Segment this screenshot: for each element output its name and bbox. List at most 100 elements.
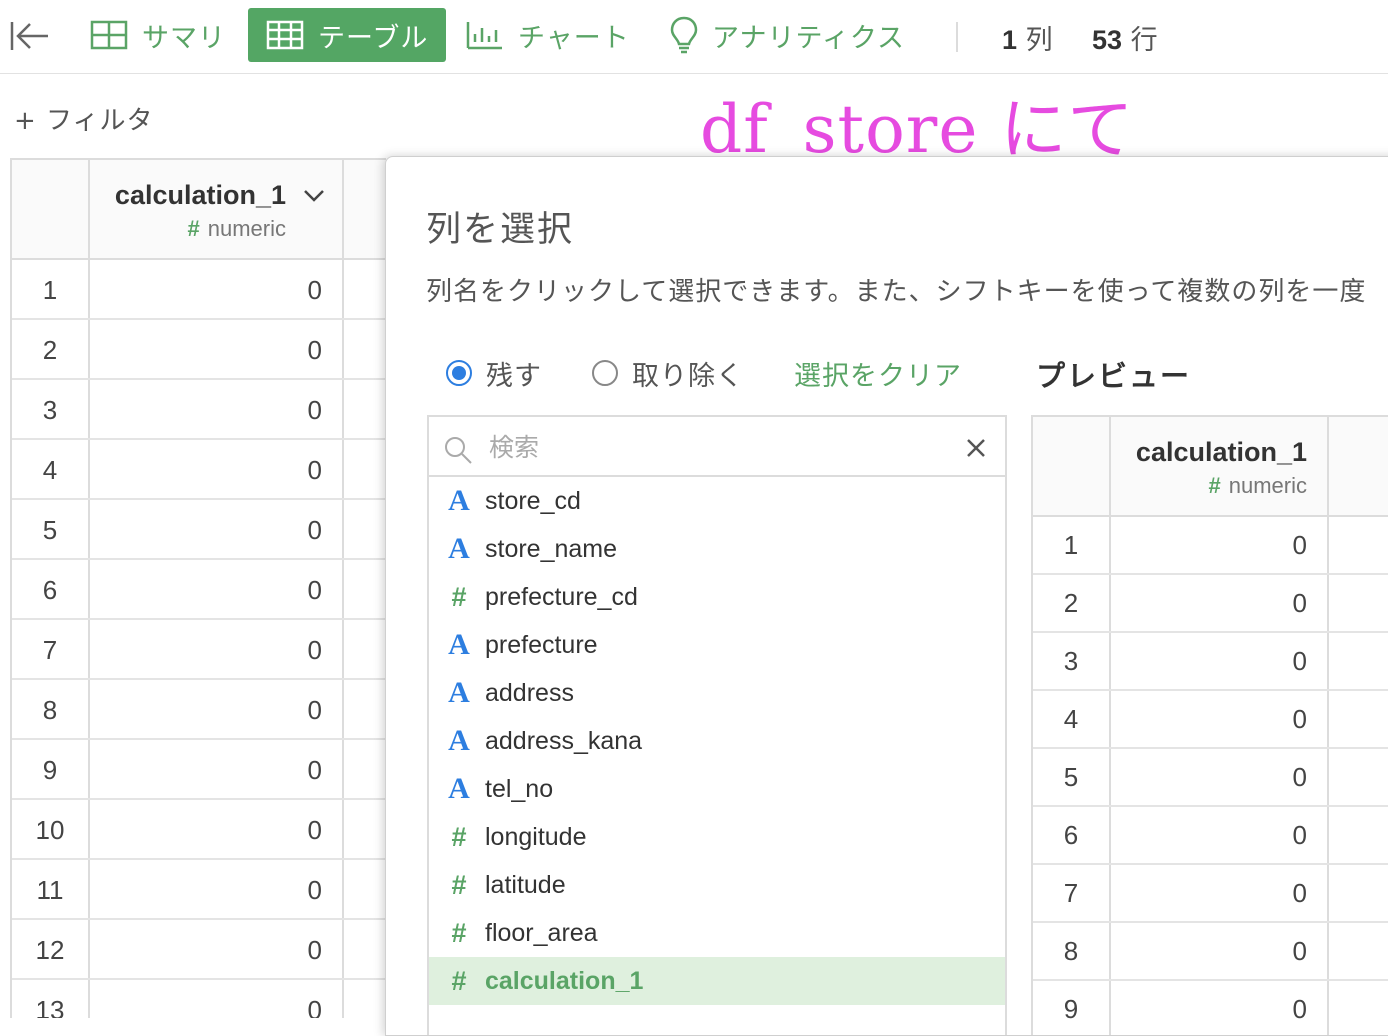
radio-keep-option[interactable]: 残す: [446, 354, 542, 393]
column-list-item[interactable]: Aaddress: [429, 669, 1005, 717]
table-row: 10 0: [12, 800, 386, 860]
preview-cell: 0: [1111, 923, 1329, 979]
chevron-down-icon[interactable]: [302, 188, 326, 204]
column-list-item[interactable]: Aaddress_kana: [429, 717, 1005, 765]
column-list-item[interactable]: Astore_name: [429, 525, 1005, 573]
preview-index-header: [1033, 417, 1111, 515]
tab-analytics-label: アナリティクス: [712, 22, 906, 54]
string-type-icon: A: [448, 628, 470, 661]
lightbulb-icon: [670, 16, 698, 54]
table-cell[interactable]: 0: [90, 740, 344, 798]
column-list-item[interactable]: Aprefecture: [429, 621, 1005, 669]
column-list-item-label: longitude: [485, 822, 587, 851]
column-list-item-label: prefecture: [485, 630, 598, 659]
bar-chart-icon: [466, 22, 502, 50]
toolbar-divider: [956, 22, 958, 52]
radio-keep[interactable]: [446, 360, 472, 386]
table-cell[interactable]: 0: [90, 920, 344, 978]
column-list-item[interactable]: # floor_area: [429, 909, 1005, 957]
column-list-item-label: store_cd: [485, 486, 581, 515]
column-count-unit: 列: [1025, 25, 1053, 56]
table-cell[interactable]: 0: [90, 980, 344, 1018]
string-type-icon: A: [448, 676, 470, 709]
radio-remove[interactable]: [592, 360, 618, 386]
preview-header: calculation_1 # numeric: [1033, 417, 1388, 517]
preview-row: 80: [1033, 923, 1388, 981]
table-cell[interactable]: 0: [90, 320, 344, 378]
row-index: 8: [12, 680, 90, 738]
tab-table-label: テーブル: [318, 22, 429, 54]
row-index-header: [12, 160, 90, 260]
tab-analytics[interactable]: アナリティクス: [670, 8, 905, 62]
grid-icon: [90, 20, 128, 50]
preview-column-name: calculation_1: [1135, 437, 1307, 467]
preview-column-type-label: numeric: [1228, 473, 1307, 498]
numeric-type-icon: #: [451, 821, 467, 852]
column-list-item-label: tel_no: [485, 774, 554, 803]
radio-remove-option[interactable]: 取り除く: [592, 354, 744, 393]
row-index: 12: [12, 920, 90, 978]
string-type-icon: A: [448, 532, 470, 565]
table-row: 60: [12, 560, 386, 620]
table-header: calculation_1 # numeric: [12, 158, 386, 260]
table-row: 11 0: [12, 860, 386, 920]
search-input[interactable]: [487, 427, 947, 467]
row-index: 5: [1033, 749, 1111, 805]
preview-body: 102030405060708090: [1033, 517, 1388, 1035]
column-header[interactable]: calculation_1 # numeric: [90, 160, 344, 260]
preview-cell: 0: [1111, 981, 1329, 1035]
column-list-item[interactable]: # latitude: [429, 861, 1005, 909]
search-icon: [445, 437, 472, 464]
table-cell[interactable]: 0: [90, 560, 344, 618]
column-list-item-label: latitude: [485, 870, 566, 899]
tab-table[interactable]: テーブル: [248, 8, 447, 62]
column-list-item[interactable]: Atel_no: [429, 765, 1005, 813]
table-cell[interactable]: 0: [90, 380, 344, 438]
table-cell[interactable]: 0: [90, 260, 344, 318]
row-index: 1: [12, 260, 90, 318]
row-count-value: 53: [1092, 25, 1123, 55]
tab-summary[interactable]: サマリ: [90, 8, 226, 62]
table-cell[interactable]: 0: [90, 800, 344, 858]
row-index: 9: [12, 740, 90, 798]
table-cell[interactable]: 0: [90, 680, 344, 738]
column-list-item[interactable]: Astore_cd: [429, 477, 1005, 525]
row-index: 10: [12, 800, 90, 858]
collapse-left-icon[interactable]: [8, 16, 50, 56]
table-cell[interactable]: 0: [90, 440, 344, 498]
column-list-item[interactable]: # longitude: [429, 813, 1005, 861]
preview-cell: 0: [1111, 865, 1329, 921]
column-list-item-label: calculation_1: [485, 966, 644, 995]
table-row: 30: [12, 380, 386, 440]
row-index: 2: [12, 320, 90, 378]
preview-cell: 0: [1111, 575, 1329, 631]
numeric-type-icon: #: [451, 965, 467, 996]
tab-chart[interactable]: チャート: [466, 8, 630, 62]
string-type-icon: A: [448, 772, 470, 805]
row-index: 6: [12, 560, 90, 618]
table-cell[interactable]: 0: [90, 500, 344, 558]
preview-cell: 0: [1111, 517, 1329, 573]
preview-row: 40: [1033, 691, 1388, 749]
string-type-icon: A: [448, 724, 470, 757]
table-cell[interactable]: 0: [90, 620, 344, 678]
clear-selection-link[interactable]: 選択をクリア: [794, 354, 962, 393]
close-icon[interactable]: [965, 437, 987, 459]
row-index: 5: [12, 500, 90, 558]
column-count-value: 1: [1002, 25, 1018, 55]
numeric-type-icon: #: [1208, 473, 1221, 498]
row-index: 3: [12, 380, 90, 438]
preview-row: 10: [1033, 517, 1388, 575]
table-icon: [266, 20, 304, 50]
numeric-type-icon: #: [451, 869, 467, 900]
column-list-item[interactable]: # prefecture_cd: [429, 573, 1005, 621]
row-index: 2: [1033, 575, 1111, 631]
row-count: 53 行: [1092, 18, 1158, 57]
table-cell[interactable]: 0: [90, 860, 344, 918]
radio-keep-label: 残す: [486, 360, 542, 392]
add-filter-button[interactable]: + フィルタ: [14, 100, 154, 137]
column-list-item[interactable]: # calculation_1: [429, 957, 1005, 1005]
numeric-type-icon: #: [451, 581, 467, 612]
column-items: Astore_cd Astore_name # prefecture_cd Aprefe…: [429, 477, 1005, 1005]
search-box: [429, 417, 1005, 477]
